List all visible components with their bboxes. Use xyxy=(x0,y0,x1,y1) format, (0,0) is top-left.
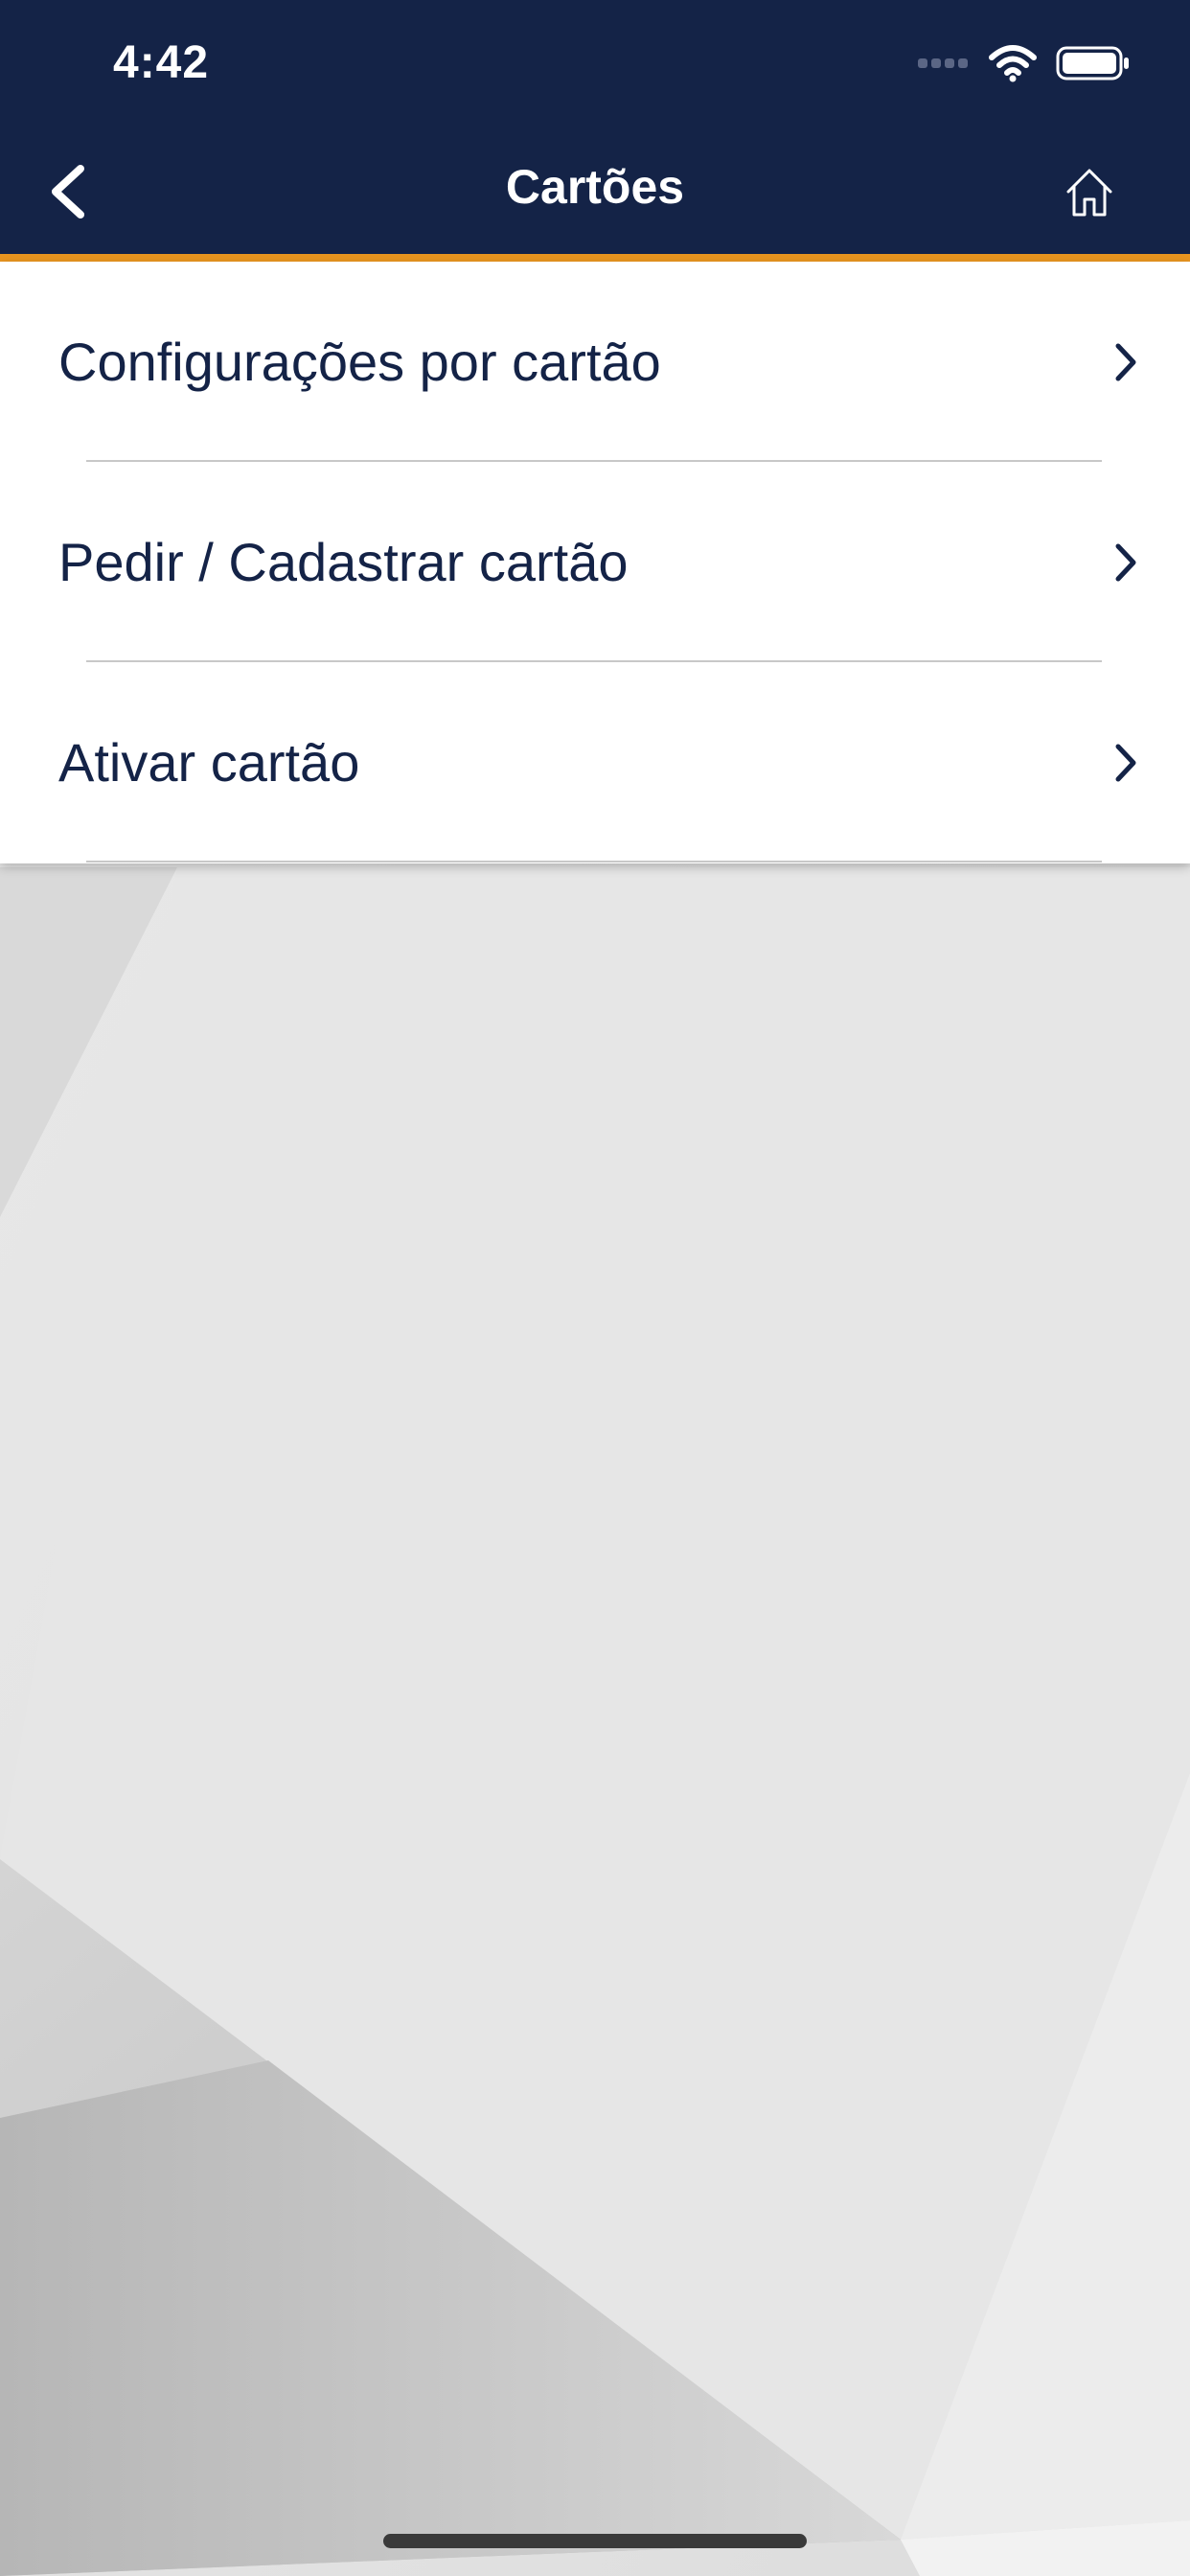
status-bar: 4:42 xyxy=(0,0,1190,134)
page-title: Cartões xyxy=(505,160,685,214)
status-time: 4:42 xyxy=(113,37,210,88)
menu-item-request-card[interactable]: Pedir / Cadastrar cartão xyxy=(0,462,1190,662)
menu-item-label: Configurações por cartão xyxy=(58,332,661,392)
menu-item-card-settings[interactable]: Configurações por cartão xyxy=(0,262,1190,462)
menu-item-activate-card[interactable]: Ativar cartão xyxy=(0,662,1190,862)
chevron-right-icon xyxy=(1115,744,1136,782)
status-icons xyxy=(914,42,1131,84)
chevron-right-icon xyxy=(1115,343,1136,381)
menu-item-label: Pedir / Cadastrar cartão xyxy=(58,532,629,592)
home-button[interactable] xyxy=(1046,153,1133,230)
wifi-icon xyxy=(989,45,1037,82)
divider xyxy=(86,861,1102,862)
home-indicator[interactable] xyxy=(383,2534,807,2548)
home-icon xyxy=(1066,169,1112,217)
chevron-right-icon xyxy=(1115,543,1136,582)
cellular-signal-icon xyxy=(914,58,968,68)
cards-menu: Configurações por cartão Pedir / Cadastr… xyxy=(0,262,1190,863)
menu-item-label: Ativar cartão xyxy=(58,732,360,793)
battery-icon xyxy=(1056,46,1129,80)
